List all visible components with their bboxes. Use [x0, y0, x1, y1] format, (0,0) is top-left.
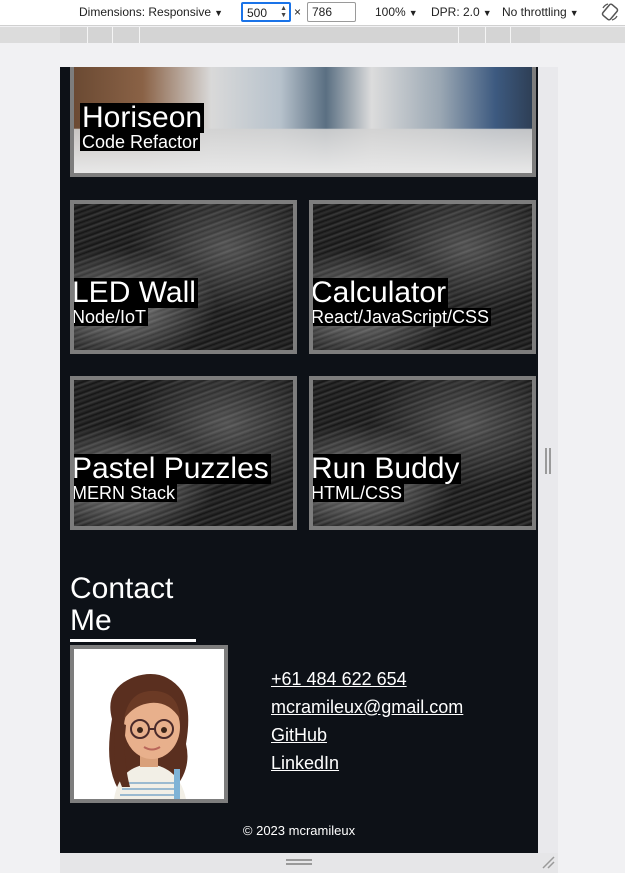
zoom-dropdown[interactable]: 100% ▼ [375, 5, 418, 19]
caret-down-icon: ▼ [482, 8, 492, 18]
project-tech: HTML/CSS [311, 483, 405, 503]
media-query-ruler[interactable] [0, 27, 625, 43]
project-caption: Run Buddy HTML/CSS [311, 452, 462, 503]
contact-heading: Contact Me [70, 573, 196, 642]
zoom-label: 100% [375, 5, 406, 19]
project-card-pastel-puzzles[interactable]: Pastel Puzzles MERN Stack [70, 376, 297, 530]
width-resize-handle[interactable] [545, 448, 551, 474]
dimensions-label: Dimensions: Responsive [79, 5, 212, 19]
project-caption: Pastel Puzzles MERN Stack [72, 452, 271, 503]
project-caption: Calculator React/JavaScript/CSS [311, 276, 492, 327]
contact-links: +61 484 622 654 mcramileux@gmail.com Git… [271, 665, 463, 777]
ruler-tick [458, 27, 459, 43]
ruler-tick [485, 27, 486, 43]
project-card-run-buddy[interactable]: Run Buddy HTML/CSS [309, 376, 536, 530]
project-caption: Horiseon Code Refactor [80, 101, 205, 152]
spinner-icon[interactable]: ▲ ▼ [280, 5, 287, 19]
width-input[interactable]: 500 ▲ ▼ [241, 2, 291, 22]
height-resize-handle[interactable] [286, 859, 312, 865]
throttling-dropdown[interactable]: No throttling ▼ [502, 5, 579, 19]
corner-resize-icon[interactable] [541, 855, 555, 869]
ruler-tick [87, 27, 88, 43]
project-card-led-wall[interactable]: LED Wall Node/IoT [70, 200, 297, 354]
project-name: Calculator [311, 276, 449, 309]
ruler-segment [60, 27, 540, 43]
width-value: 500 [247, 6, 268, 20]
avatar [70, 645, 228, 803]
avatar-illustration [74, 649, 224, 799]
height-input[interactable]: 786 [307, 2, 356, 22]
project-tech: React/JavaScript/CSS [311, 307, 492, 327]
dpr-label: DPR: 2.0 [431, 5, 480, 19]
dimension-separator: × [294, 5, 302, 19]
footer-copyright: © 2023 mcramileux [242, 823, 356, 838]
ruler-tick [139, 27, 140, 43]
ruler-tick [510, 27, 511, 43]
project-card-calculator[interactable]: Calculator React/JavaScript/CSS [309, 200, 536, 354]
ruler-tick [112, 27, 113, 43]
phone-link[interactable]: +61 484 622 654 [271, 665, 463, 693]
caret-down-icon: ▼ [408, 8, 418, 18]
project-tech: MERN Stack [72, 483, 178, 503]
caret-down-icon: ▼ [214, 8, 223, 18]
throttling-label: No throttling [502, 5, 567, 19]
project-card-horiseon[interactable]: Horiseon Code Refactor [70, 67, 536, 177]
dpr-dropdown[interactable]: DPR: 2.0 ▼ [431, 5, 492, 19]
project-caption: LED Wall Node/IoT [72, 276, 198, 327]
project-name: Run Buddy [311, 452, 462, 485]
project-tech: Node/IoT [72, 307, 149, 327]
rotate-icon[interactable] [600, 2, 620, 22]
dimensions-dropdown[interactable]: Dimensions: Responsive ▼ [79, 5, 223, 19]
caret-down-icon: ▼ [569, 8, 579, 18]
project-name: Pastel Puzzles [72, 452, 271, 485]
height-value: 786 [312, 5, 333, 19]
devtools-toolbar: Dimensions: Responsive ▼ 500 ▲ ▼ × 786 100… [0, 0, 625, 26]
project-name: LED Wall [72, 276, 198, 309]
project-name: Horiseon [80, 101, 205, 134]
github-link[interactable]: GitHub [271, 721, 463, 749]
page-viewport: Horiseon Code Refactor LED Wall Node/IoT… [60, 67, 538, 853]
email-link[interactable]: mcramileux@gmail.com [271, 693, 463, 721]
linkedin-link[interactable]: LinkedIn [271, 749, 463, 777]
project-tech: Code Refactor [80, 132, 201, 152]
